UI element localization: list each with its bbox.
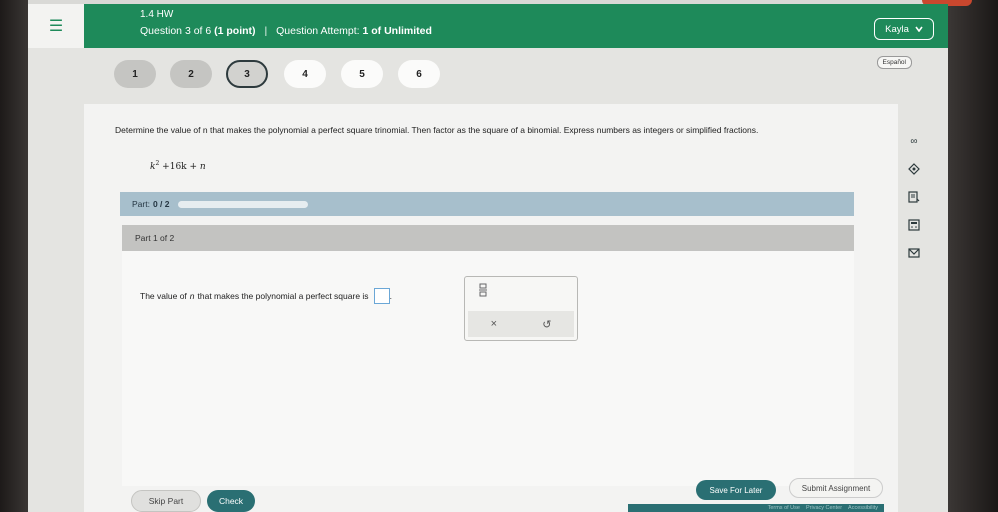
prompt-end: that makes the polynomial a perfect squa…: [197, 291, 369, 301]
question-nav-band: [28, 48, 948, 106]
question-label: Question 3 of 6: [140, 25, 212, 37]
submit-assignment-button[interactable]: Submit Assignment: [789, 478, 883, 498]
monitor-bezel-right: [948, 0, 998, 512]
question-nav-6[interactable]: 6: [398, 60, 440, 88]
answer-prompt: The value of n that makes the polynomial…: [140, 288, 392, 304]
monitor-bezel-left: [0, 0, 28, 512]
check-button[interactable]: Check: [207, 490, 255, 512]
skip-part-button[interactable]: Skip Part: [131, 490, 201, 512]
language-toggle[interactable]: Español: [876, 56, 912, 69]
part-progress-value: 0 / 2: [152, 199, 170, 209]
math-palette: × ↺: [464, 276, 578, 341]
expr-var: n: [199, 162, 206, 172]
mail-icon[interactable]: [907, 246, 921, 260]
expr-exponent: 2: [155, 160, 160, 167]
answer-input[interactable]: [373, 288, 390, 304]
user-menu-button[interactable]: Kayla: [874, 18, 934, 40]
fraction-icon[interactable]: [479, 283, 487, 297]
prompt-period: .: [389, 291, 392, 301]
footer-links: Terms of Use Privacy Center Accessibilit…: [628, 504, 884, 512]
calculator-icon[interactable]: [907, 218, 921, 232]
question-panel: Determine the value of n that makes the …: [84, 104, 898, 512]
book-icon[interactable]: [907, 190, 921, 204]
user-name: Kayla: [885, 23, 909, 35]
compass-icon[interactable]: [907, 162, 921, 176]
prompt-var: n: [189, 291, 195, 301]
question-nav-1[interactable]: 1: [114, 60, 156, 88]
separator: |: [264, 25, 268, 37]
expr-rest: +16k +: [162, 162, 198, 172]
assignment-title: 1.4 HW: [140, 9, 174, 20]
part-progress-bar: Part: 0 / 2: [120, 192, 854, 216]
palette-tools: × ↺: [468, 311, 574, 337]
answer-area: The value of n that makes the polynomial…: [122, 251, 854, 486]
polynomial-expression: k2 +16k + n: [150, 160, 206, 172]
undo-icon[interactable]: ↺: [542, 318, 551, 331]
chevron-down-icon: [915, 24, 923, 35]
save-for-later-button[interactable]: Save For Later: [696, 480, 776, 500]
progress-track: [177, 200, 308, 208]
question-nav-2[interactable]: 2: [170, 60, 212, 88]
header-bar: ☰ 1.4 HW Question 3 of 6 (1 point) | Que…: [28, 4, 948, 48]
app-screen: ☰ 1.4 HW Question 3 of 6 (1 point) | Que…: [28, 4, 948, 512]
menu-icon[interactable]: ☰: [28, 4, 84, 48]
infinity-icon[interactable]: ∞: [907, 134, 921, 148]
part-progress-label: Part:: [132, 199, 150, 209]
question-info: Question 3 of 6 (1 point) | Question Att…: [140, 25, 432, 37]
part-header: Part 1 of 2: [122, 225, 854, 251]
question-nav-4[interactable]: 4: [284, 60, 326, 88]
prompt-start: The value of: [140, 291, 187, 301]
footer-accessibility-link[interactable]: Accessibility: [848, 505, 878, 511]
clear-icon[interactable]: ×: [491, 318, 497, 330]
attempt-value: 1 of Unlimited: [362, 25, 432, 37]
footer-privacy-link[interactable]: Privacy Center: [806, 505, 842, 511]
question-nav-5[interactable]: 5: [341, 60, 383, 88]
points-label: (1 point): [214, 25, 256, 37]
attempt-label: Question Attempt:: [276, 25, 360, 37]
question-nav-3[interactable]: 3: [226, 60, 268, 88]
footer-terms-link[interactable]: Terms of Use: [768, 505, 800, 511]
question-text: Determine the value of n that makes the …: [115, 125, 759, 135]
